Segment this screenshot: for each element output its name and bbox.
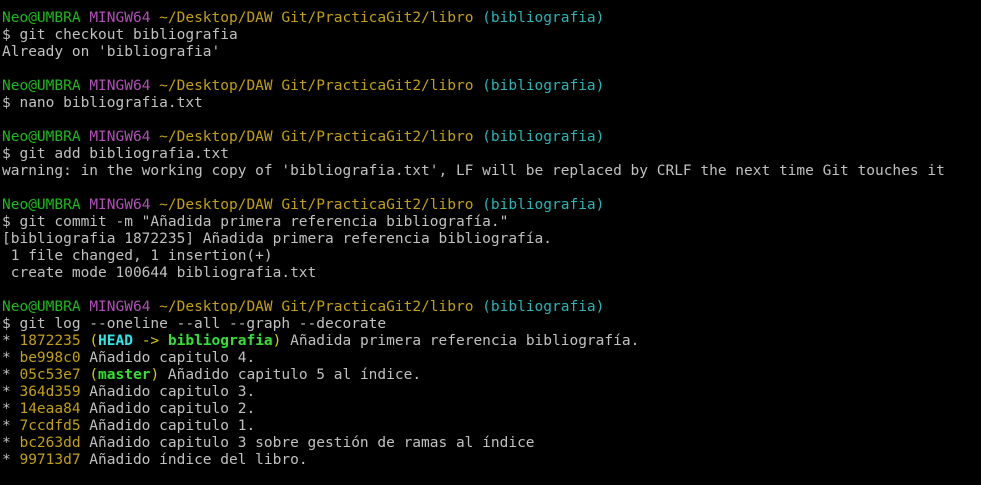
prompt-system: MINGW64: [89, 78, 151, 94]
output-line: [bibliografia 1872235] Añadida primera r…: [2, 231, 981, 248]
log-entry: * 99713d7 Añadido índice del libro.: [2, 452, 981, 469]
log-entry: * 05c53e7 (master) Añadido capitulo 5 al…: [2, 367, 981, 384]
prompt-branch: (bibliografia): [482, 10, 605, 26]
branch-ref: bibliografia: [167, 333, 273, 349]
commit-hash: 14eaa84: [19, 401, 81, 417]
log-entry: * be998c0 Añadido capitulo 4.: [2, 350, 981, 367]
head-ref: HEAD: [98, 333, 133, 349]
prompt-branch: (bibliografia): [482, 78, 605, 94]
prompt-branch: (bibliografia): [482, 129, 605, 145]
commit-message: Añadido capitulo 2.: [80, 401, 256, 417]
graph-node: *: [2, 418, 20, 434]
commit-hash: 1872235: [19, 333, 81, 349]
commit-message: Añadido índice del libro.: [80, 452, 308, 468]
output-text: 1 file changed, 1 insertion(+): [2, 248, 273, 264]
prompt-user: Neo@UMBRA: [2, 10, 81, 26]
prompt-line: Neo@UMBRA MINGW64 ~/Desktop/DAW Git/Prac…: [2, 129, 981, 146]
prompt-path: ~/Desktop/DAW Git/PracticaGit2/libro: [159, 78, 474, 94]
commit-message: Añadido capitulo 1.: [80, 418, 256, 434]
commit-hash: 364d359: [19, 384, 81, 400]
output-line: Already on 'bibliografia': [2, 44, 981, 61]
decoration-open: (: [89, 333, 99, 349]
output-text: warning: in the working copy of 'bibliog…: [2, 163, 945, 179]
graph-node: *: [2, 435, 20, 451]
output-text: Already on 'bibliografia': [2, 44, 221, 60]
commit-hash: 05c53e7: [19, 367, 81, 383]
prompt-user: Neo@UMBRA: [2, 197, 81, 213]
command-text: $ git checkout bibliografia: [2, 27, 238, 43]
prompt-user: Neo@UMBRA: [2, 129, 81, 145]
commit-hash: 7ccdfd5: [19, 418, 81, 434]
output-line: warning: in the working copy of 'bibliog…: [2, 163, 981, 180]
commit-message: Añadido capitulo 3 sobre gestión de rama…: [80, 435, 535, 451]
command-line: $ git log --oneline --all --graph --deco…: [2, 316, 981, 333]
commit-hash: 99713d7: [19, 452, 81, 468]
output-line: create mode 100644 bibliografia.txt: [2, 265, 981, 282]
commit-hash: be998c0: [19, 350, 81, 366]
ref-arrow: ->: [132, 333, 168, 349]
prompt-path: ~/Desktop/DAW Git/PracticaGit2/libro: [159, 197, 474, 213]
log-entry: * 1872235 (HEAD -> bibliografia) Añadida…: [2, 333, 981, 350]
command-text: $ git commit -m "Añadida primera referen…: [2, 214, 509, 230]
commit-message: Añadido capitulo 4.: [80, 350, 256, 366]
prompt-user: Neo@UMBRA: [2, 299, 81, 315]
prompt-path: ~/Desktop/DAW Git/PracticaGit2/libro: [159, 129, 474, 145]
prompt-system: MINGW64: [89, 10, 151, 26]
command-line: $ nano bibliografia.txt: [2, 95, 981, 112]
command-text: $ git add bibliografia.txt: [2, 146, 229, 162]
commit-message: Añadido capitulo 3.: [80, 384, 256, 400]
log-entry: * 7ccdfd5 Añadido capitulo 1.: [2, 418, 981, 435]
prompt-system: MINGW64: [89, 299, 151, 315]
commit-message: Añadida primera referencia bibliografía.: [281, 333, 640, 349]
graph-node: *: [2, 384, 20, 400]
decoration-close: ): [150, 367, 160, 383]
prompt-system: MINGW64: [89, 197, 151, 213]
commit-hash: bc263dd: [19, 435, 81, 451]
prompt-branch: (bibliografia): [482, 299, 605, 315]
branch-ref: master: [98, 367, 151, 383]
log-entry: * 14eaa84 Añadido capitulo 2.: [2, 401, 981, 418]
graph-node: *: [2, 350, 20, 366]
graph-node: *: [2, 333, 20, 349]
log-entry: * 364d359 Añadido capitulo 3.: [2, 384, 981, 401]
prompt-path: ~/Desktop/DAW Git/PracticaGit2/libro: [159, 10, 474, 26]
prompt-system: MINGW64: [89, 129, 151, 145]
prompt-branch: (bibliografia): [482, 197, 605, 213]
commit-message: Añadido capitulo 5 al índice.: [159, 367, 422, 383]
prompt-line: Neo@UMBRA MINGW64 ~/Desktop/DAW Git/Prac…: [2, 78, 981, 95]
command-text: $ git log --oneline --all --graph --deco…: [2, 316, 387, 332]
graph-node: *: [2, 452, 20, 468]
prompt-line: Neo@UMBRA MINGW64 ~/Desktop/DAW Git/Prac…: [2, 299, 981, 316]
command-line: $ git commit -m "Añadida primera referen…: [2, 214, 981, 231]
graph-node: *: [2, 401, 20, 417]
command-line: $ git checkout bibliografia: [2, 27, 981, 44]
prompt-path: ~/Desktop/DAW Git/PracticaGit2/libro: [159, 299, 474, 315]
output-text: create mode 100644 bibliografia.txt: [2, 265, 317, 281]
graph-node: *: [2, 367, 20, 383]
prompt-line: Neo@UMBRA MINGW64 ~/Desktop/DAW Git/Prac…: [2, 197, 981, 214]
output-line: 1 file changed, 1 insertion(+): [2, 248, 981, 265]
prompt-line: Neo@UMBRA MINGW64 ~/Desktop/DAW Git/Prac…: [2, 10, 981, 27]
log-entry: * bc263dd Añadido capitulo 3 sobre gesti…: [2, 435, 981, 452]
command-line: $ git add bibliografia.txt: [2, 146, 981, 163]
decoration-open: (: [89, 367, 99, 383]
terminal-window[interactable]: Neo@UMBRA MINGW64 ~/Desktop/DAW Git/Prac…: [0, 0, 981, 485]
output-text: [bibliografia 1872235] Añadida primera r…: [2, 231, 552, 247]
command-text: $ nano bibliografia.txt: [2, 95, 203, 111]
prompt-user: Neo@UMBRA: [2, 78, 81, 94]
